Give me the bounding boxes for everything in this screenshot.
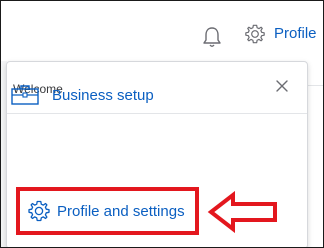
menu-item-label: Profile and settings xyxy=(57,202,185,220)
close-icon[interactable] xyxy=(273,77,291,95)
gear-icon xyxy=(27,199,51,223)
left-arrow-icon xyxy=(207,190,279,234)
background-divider xyxy=(307,85,323,86)
menu-item-business-setup[interactable]: Business setup xyxy=(11,83,154,107)
profile-link[interactable]: Profile xyxy=(274,25,317,42)
top-bar: Profile xyxy=(1,1,323,63)
menu-item-profile-and-settings[interactable]: Profile and settings xyxy=(27,199,185,223)
menu-item-label: Business setup xyxy=(52,86,154,104)
briefcase-icon xyxy=(11,85,39,105)
bell-icon[interactable] xyxy=(202,26,222,48)
screenshot-frame: Profile Welcome Business setup Profile a… xyxy=(0,0,324,248)
menu-divider xyxy=(7,113,307,114)
gear-icon[interactable] xyxy=(244,23,266,45)
